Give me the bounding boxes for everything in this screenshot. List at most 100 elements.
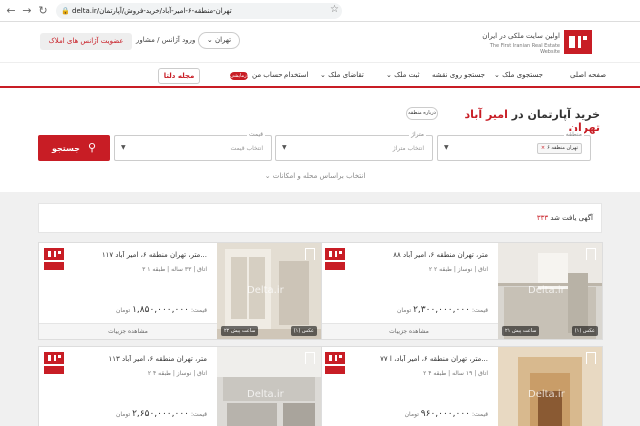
price-amount: ۱,۸۵۰,۰۰۰,۰۰۰ <box>132 305 190 315</box>
login-link[interactable]: ورود آژانس / مشاور <box>136 36 195 44</box>
price-label: قیمت: <box>190 411 207 418</box>
listing-card[interactable]: Delta.ir عکس (۱) ۲۲ ساعت پیش ۱۱۷ متر، ته… <box>38 242 322 340</box>
price-currency: تومان <box>404 411 419 418</box>
photo-count-badge[interactable]: عکس (۱) <box>290 326 317 336</box>
meter-field[interactable]: متراژ انتخاب متراژ ▼ <box>275 131 433 161</box>
delta-logo[interactable] <box>564 30 592 54</box>
region-field[interactable]: منطقه × تهران منطقه ۶ ▼ <box>437 131 591 161</box>
bookmark-icon[interactable] <box>305 352 315 364</box>
bookmark-star-icon[interactable]: ☆ <box>330 4 339 15</box>
listing-price: قیمت: ۹۶۰,۰۰۰,۰۰۰ تومان <box>338 409 488 419</box>
nav-property-search[interactable]: ⌄ جستجوی ملک <box>494 71 543 79</box>
reload-icon[interactable]: ↻ <box>36 4 50 18</box>
listing-title[interactable]: ۷۷ متر، تهران منطقه ۶، امیر آباد، ا... <box>348 355 488 363</box>
tagline-en: The First Iranian Real Estate Website <box>489 43 560 55</box>
listing-floor: طبقه ۱ <box>147 266 166 273</box>
price-label: قیمت: <box>190 307 207 314</box>
listing-age: ۱۹ ساله <box>452 370 473 377</box>
filter-link-label: انتخاب براساس محله و امکانات <box>272 172 366 180</box>
dropdown-arrow-icon: ▼ <box>282 144 287 151</box>
search-panel: خرید آپارتمان در امیر آباد تهران درباره … <box>0 88 640 192</box>
nav-home[interactable]: صفحه اصلی <box>570 71 606 79</box>
meter-placeholder: انتخاب متراژ <box>392 145 424 152</box>
watermark: Delta.ir <box>528 285 565 296</box>
listing-floor: طبقه ۴ <box>152 370 171 377</box>
listing-photo[interactable]: Delta.ir <box>498 347 602 426</box>
nav-add-property[interactable]: ⌄ ثبت ملک <box>386 71 420 79</box>
listing-age: نوساز <box>457 266 473 273</box>
listing-floor: طبقه ۲ <box>433 266 452 273</box>
listing-photo[interactable]: Delta.ir <box>217 347 321 426</box>
listing-card[interactable]: Delta.ir عکس (۱) ۲۱ ساعت پیش ۸۸ متر، تهر… <box>319 242 603 340</box>
listing-photo[interactable]: Delta.ir عکس (۱) ۲۱ ساعت پیش <box>498 243 602 339</box>
nav-property-request[interactable]: ⌄ تقاضای ملک <box>320 71 364 79</box>
chevron-down-icon: ⌄ <box>206 36 215 44</box>
nav-property-search-label: جستجوی ملک <box>502 71 543 79</box>
bookmark-icon[interactable] <box>586 248 596 260</box>
listing-card[interactable]: Delta.ir ۱۱۳ متر، تهران منطقه ۶، امیر آب… <box>38 346 322 426</box>
browser-toolbar: ← → ↻ 🔒 delta.ir/تهران-منطقه-۶-امیر-آباد… <box>0 0 640 22</box>
city-select-label: تهران <box>214 36 232 44</box>
filter-by-neighborhood-link[interactable]: ⌄ انتخاب براساس محله و امکانات <box>260 172 370 180</box>
photo-count-badge[interactable]: عکس (۱) <box>571 326 598 336</box>
results-count: ۳۳۳ آگهی یافت شد <box>39 214 593 222</box>
price-label: قیمت: <box>471 307 488 314</box>
bookmark-icon[interactable] <box>586 352 596 364</box>
results-count-number: ۳۳۳ <box>536 214 549 222</box>
search-icon: ⚲ <box>87 141 96 154</box>
region-tag[interactable]: × تهران منطقه ۶ <box>536 143 582 154</box>
results-count-suffix: آگهی یافت شد <box>550 214 593 222</box>
listing-title[interactable]: ۱۱۷ متر، تهران منطقه ۶، امیر آباد... <box>67 251 207 259</box>
chevron-down-icon: ⌄ <box>386 71 395 79</box>
chevron-down-icon: ⌄ <box>264 172 273 180</box>
bookmark-icon[interactable] <box>305 248 315 260</box>
agency-logo-icon <box>44 248 64 270</box>
price-amount: ۲,۳۰۰,۰۰۰,۰۰۰ <box>413 305 471 315</box>
address-bar[interactable]: 🔒 delta.ir/تهران-منطقه-۶-امیر-آباد/خرید-… <box>56 3 342 19</box>
listing-floor: طبقه ۴ <box>428 370 447 377</box>
listing-price: قیمت: ۲,۳۰۰,۰۰۰,۰۰۰ تومان <box>338 305 488 315</box>
listing-meta: ۲ اتاق | نوساز | طبقه ۲ <box>428 266 488 273</box>
results-summary: ۳۳۳ آگهی یافت شد <box>38 203 602 233</box>
price-field[interactable]: قیمت انتخاب قیمت ▼ <box>114 131 272 161</box>
listing-title[interactable]: ۸۸ متر، تهران منطقه ۶، امیر آباد <box>348 251 488 259</box>
price-amount: ۹۶۰,۰۰۰,۰۰۰ <box>420 409 471 419</box>
view-details-button[interactable]: مشاهده جزییات <box>39 328 217 335</box>
listing-meta: ۲ اتاق | نوساز | طبقه ۴ <box>147 370 207 377</box>
listing-card[interactable]: Delta.ir ۷۷ متر، تهران منطقه ۶، امیر آبا… <box>319 346 603 426</box>
region-label: منطقه <box>563 131 584 138</box>
nav-jobs[interactable]: استخدام <box>284 71 308 79</box>
watermark: Delta.ir <box>247 285 284 296</box>
dropdown-arrow-icon: ▼ <box>121 144 126 151</box>
about-area-button[interactable]: درباره منطقه <box>406 107 438 120</box>
price-currency: تومان <box>115 307 131 314</box>
nav-map-search[interactable]: جستجو روی نقشه <box>432 71 485 79</box>
forward-icon[interactable]: → <box>20 4 34 18</box>
magazine-button[interactable]: مجله دلتا <box>158 68 200 84</box>
region-tag-label: تهران منطقه ۶ <box>547 145 578 151</box>
page-title-prefix: خرید آپارتمان در <box>511 108 600 121</box>
listing-price: قیمت: ۱,۸۵۰,۰۰۰,۰۰۰ تومان <box>57 305 207 315</box>
search-button[interactable]: جستجو ⚲ <box>38 135 110 161</box>
price-currency: تومان <box>396 307 412 314</box>
listing-age: نوساز <box>176 370 192 377</box>
remove-tag-icon[interactable]: × <box>541 145 545 151</box>
back-icon[interactable]: ← <box>4 4 18 18</box>
view-details-button[interactable]: مشاهده جزییات <box>320 328 498 335</box>
agency-logo-icon <box>44 352 64 374</box>
url-text: delta.ir/تهران-منطقه-۶-امیر-آباد/خرید-فر… <box>72 7 232 15</box>
listing-photo[interactable]: Delta.ir عکس (۱) ۲۲ ساعت پیش <box>217 243 321 339</box>
city-select[interactable]: ⌄ تهران <box>198 32 240 49</box>
nav-my-account[interactable]: حساب من <box>252 71 283 79</box>
listing-age: ۳۳ ساله <box>171 266 192 273</box>
agency-signup-button[interactable]: عضویت آژانس های املاک <box>40 33 132 50</box>
tagline-fa: اولین سایت ملکی در ایران <box>482 32 560 40</box>
search-button-label: جستجو <box>51 144 80 153</box>
listing-meta: ۳ اتاق | ۳۳ ساله | طبقه ۱ <box>142 266 207 273</box>
meter-label: متراژ <box>409 131 426 138</box>
listing-footer: مشاهده جزییات <box>320 323 498 339</box>
nav-add-property-label: ثبت ملک <box>394 71 420 79</box>
listing-title[interactable]: ۱۱۳ متر، تهران منطقه ۶، امیر آباد <box>67 355 208 363</box>
main-nav: صفحه اصلی ⌄ جستجوی ملک جستجو روی نقشه ⌄ … <box>0 62 640 88</box>
watermark: Delta.ir <box>247 389 284 400</box>
